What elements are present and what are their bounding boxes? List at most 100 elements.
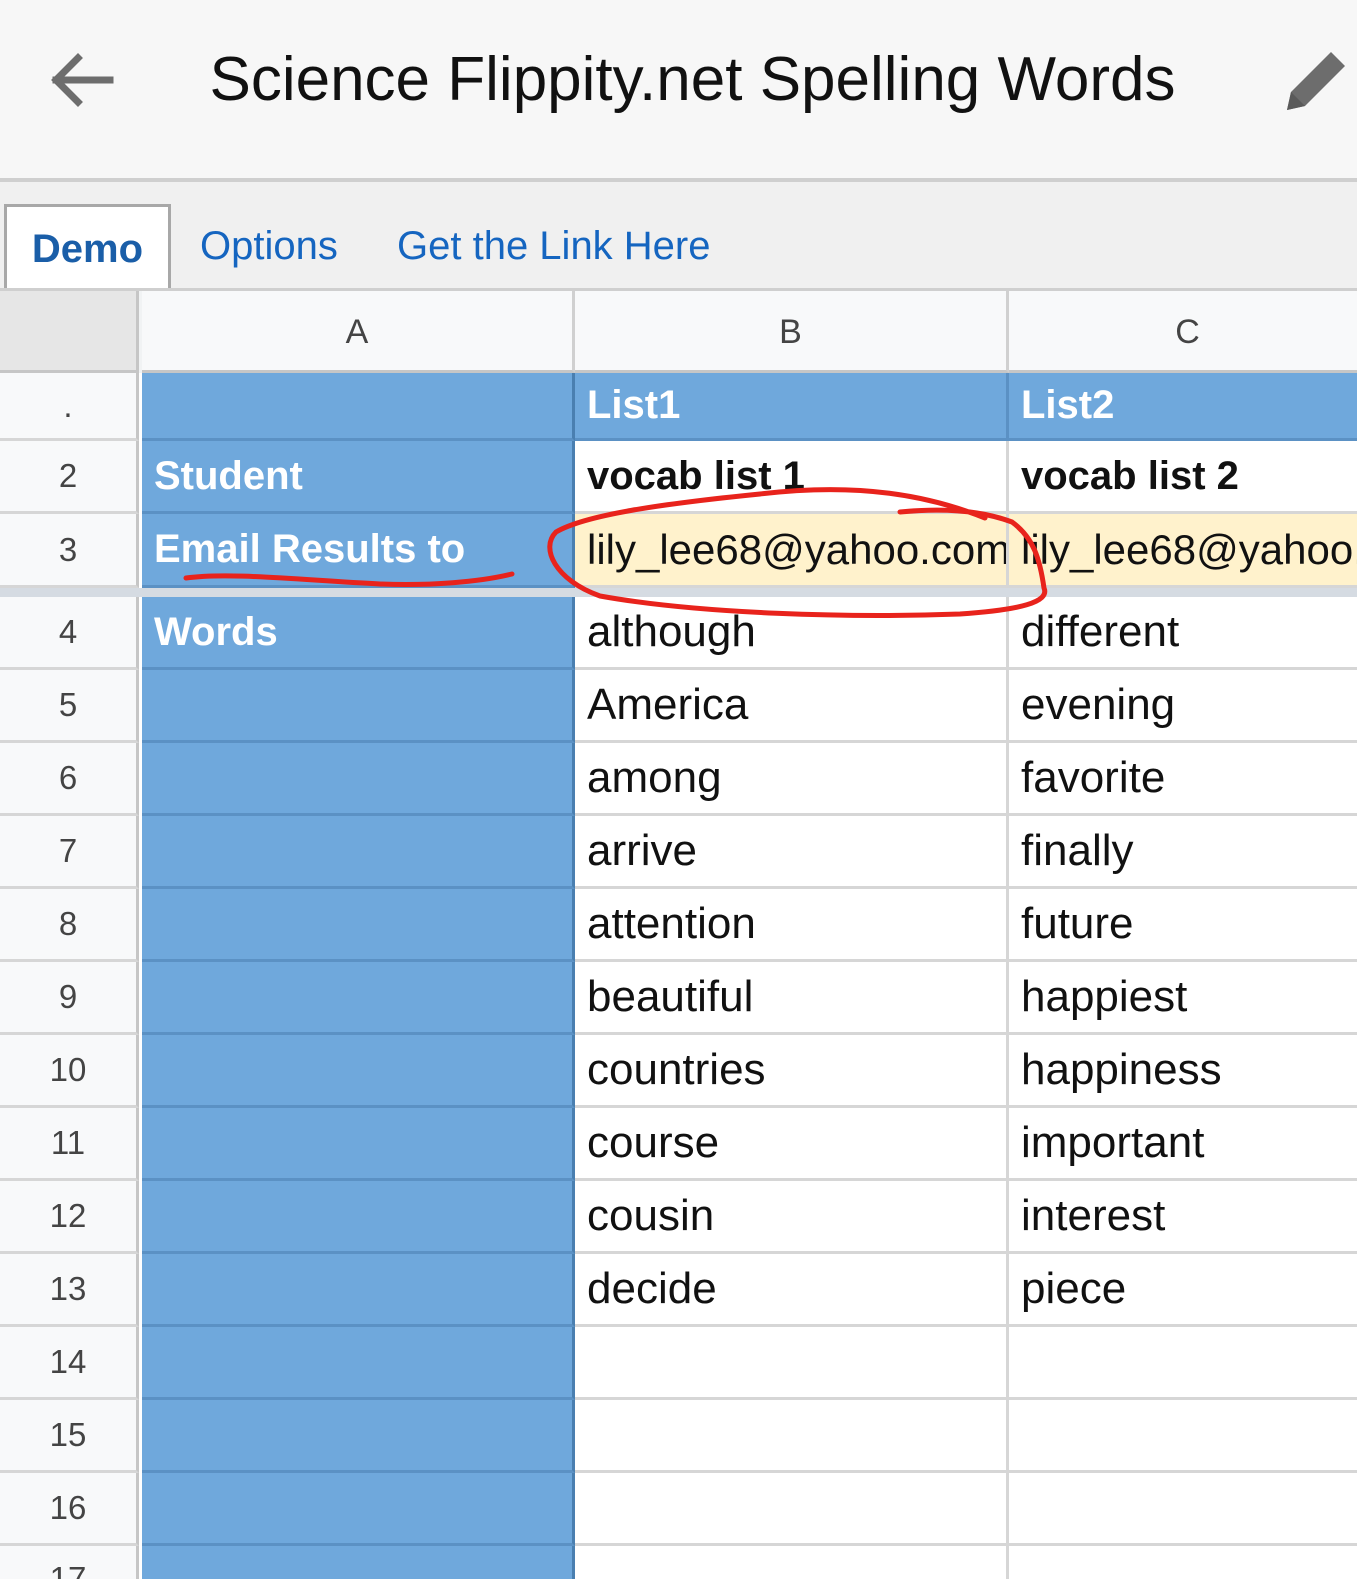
table-row: 3 Email Results to lily_lee68@yahoo.com.… [0, 514, 1357, 588]
row-number[interactable]: 8 [0, 889, 139, 962]
column-header-a[interactable]: A [142, 291, 575, 373]
cell-a5[interactable] [142, 670, 575, 743]
row-number[interactable]: 13 [0, 1254, 139, 1327]
cell-b9[interactable]: beautiful [575, 962, 1009, 1035]
cell-a11[interactable] [142, 1108, 575, 1181]
cell-b17[interactable] [575, 1546, 1009, 1579]
table-row: 17 [0, 1546, 1357, 1579]
row-number[interactable]: 3 [0, 514, 139, 588]
table-row: 8 attention future [0, 889, 1357, 962]
cell-c10[interactable]: happiness [1009, 1035, 1357, 1108]
cell-c3[interactable]: lily_lee68@yahoo. [1009, 514, 1357, 588]
row-number[interactable]: 6 [0, 743, 139, 816]
table-row: 10 countries happiness [0, 1035, 1357, 1108]
sheet-tab-bar: Demo Options Get the Link Here [0, 182, 1357, 291]
row-number[interactable]: 11 [0, 1108, 139, 1181]
table-row: 5 America evening [0, 670, 1357, 743]
cell-a9[interactable] [142, 962, 575, 1035]
cell-c17[interactable] [1009, 1546, 1357, 1579]
cell-b15[interactable] [575, 1400, 1009, 1473]
cell-c12[interactable]: interest [1009, 1181, 1357, 1254]
cell-c7[interactable]: finally [1009, 816, 1357, 889]
cell-b12[interactable]: cousin [575, 1181, 1009, 1254]
row-number[interactable]: 5 [0, 670, 139, 743]
cell-c4[interactable]: different [1009, 597, 1357, 670]
cell-b10[interactable]: countries [575, 1035, 1009, 1108]
tab-options[interactable]: Options [200, 204, 338, 288]
cell-a1[interactable] [142, 373, 575, 441]
cell-a17[interactable] [142, 1546, 575, 1579]
arrow-left-icon [51, 53, 114, 107]
page-title: Science Flippity.net Spelling Words [209, 45, 1176, 114]
cell-c5[interactable]: evening [1009, 670, 1357, 743]
table-row: 12 cousin interest [0, 1181, 1357, 1254]
cell-c6[interactable]: favorite [1009, 743, 1357, 816]
table-row: 13 decide piece [0, 1254, 1357, 1327]
row-number[interactable]: 9 [0, 962, 139, 1035]
frozen-rows-divider[interactable] [0, 588, 1357, 597]
row-number[interactable]: 10 [0, 1035, 139, 1108]
cell-a4[interactable]: Words [142, 597, 575, 670]
column-header-b[interactable]: B [575, 291, 1009, 373]
column-header-row: A B C [0, 291, 1357, 373]
row-number[interactable]: 2 [0, 441, 139, 514]
cell-a7[interactable] [142, 816, 575, 889]
table-row: 16 [0, 1473, 1357, 1546]
row-number[interactable]: 12 [0, 1181, 139, 1254]
cell-b1[interactable]: List1 [575, 373, 1009, 441]
cell-c9[interactable]: happiest [1009, 962, 1357, 1035]
cell-a3[interactable]: Email Results to [142, 514, 575, 588]
row-number[interactable]: 14 [0, 1327, 139, 1400]
cell-c2[interactable]: vocab list 2 [1009, 441, 1357, 514]
table-row: 2 Student vocab list 1 vocab list 2 [0, 441, 1357, 514]
cell-a12[interactable] [142, 1181, 575, 1254]
cell-b7[interactable]: arrive [575, 816, 1009, 889]
cell-b11[interactable]: course [575, 1108, 1009, 1181]
tab-demo[interactable]: Demo [4, 204, 171, 288]
cell-b16[interactable] [575, 1473, 1009, 1546]
cell-b6[interactable]: among [575, 743, 1009, 816]
cell-c16[interactable] [1009, 1473, 1357, 1546]
row-number[interactable]: 7 [0, 816, 139, 889]
cell-b8[interactable]: attention [575, 889, 1009, 962]
cell-c15[interactable] [1009, 1400, 1357, 1473]
cell-b5[interactable]: America [575, 670, 1009, 743]
cell-b4[interactable]: although [575, 597, 1009, 670]
cell-a6[interactable] [142, 743, 575, 816]
cell-c11[interactable]: important [1009, 1108, 1357, 1181]
cell-c8[interactable]: future [1009, 889, 1357, 962]
cell-a14[interactable] [142, 1327, 575, 1400]
cell-a15[interactable] [142, 1400, 575, 1473]
row-number[interactable]: 15 [0, 1400, 139, 1473]
cell-b2[interactable]: vocab list 1 [575, 441, 1009, 514]
cell-a2[interactable]: Student [142, 441, 575, 514]
cell-a8[interactable] [142, 889, 575, 962]
table-row: 11 course important [0, 1108, 1357, 1181]
row-number[interactable]: . [0, 373, 139, 441]
app-header: Science Flippity.net Spelling Words [0, 0, 1357, 182]
tab-get-the-link-here[interactable]: Get the Link Here [397, 204, 711, 288]
edit-button[interactable] [1275, 40, 1357, 122]
row-number[interactable]: 16 [0, 1473, 139, 1546]
cell-b13[interactable]: decide [575, 1254, 1009, 1327]
cell-b3[interactable]: lily_lee68@yahoo.com. [575, 514, 1009, 588]
row-number[interactable]: 4 [0, 597, 139, 670]
table-row: 6 among favorite [0, 743, 1357, 816]
cell-a13[interactable] [142, 1254, 575, 1327]
select-all-corner[interactable] [0, 291, 139, 373]
cell-b14[interactable] [575, 1327, 1009, 1400]
table-row: 14 [0, 1327, 1357, 1400]
table-row: . List1 List2 [0, 373, 1357, 441]
column-header-c[interactable]: C [1009, 291, 1357, 373]
pencil-icon [1287, 52, 1345, 110]
cell-c1[interactable]: List2 [1009, 373, 1357, 441]
back-button[interactable] [38, 38, 122, 122]
cell-c14[interactable] [1009, 1327, 1357, 1400]
row-number[interactable]: 17 [0, 1546, 139, 1579]
table-row: 9 beautiful happiest [0, 962, 1357, 1035]
cell-a10[interactable] [142, 1035, 575, 1108]
cell-c13[interactable]: piece [1009, 1254, 1357, 1327]
cell-a16[interactable] [142, 1473, 575, 1546]
table-row: 4 Words although different [0, 597, 1357, 670]
table-row: 15 [0, 1400, 1357, 1473]
